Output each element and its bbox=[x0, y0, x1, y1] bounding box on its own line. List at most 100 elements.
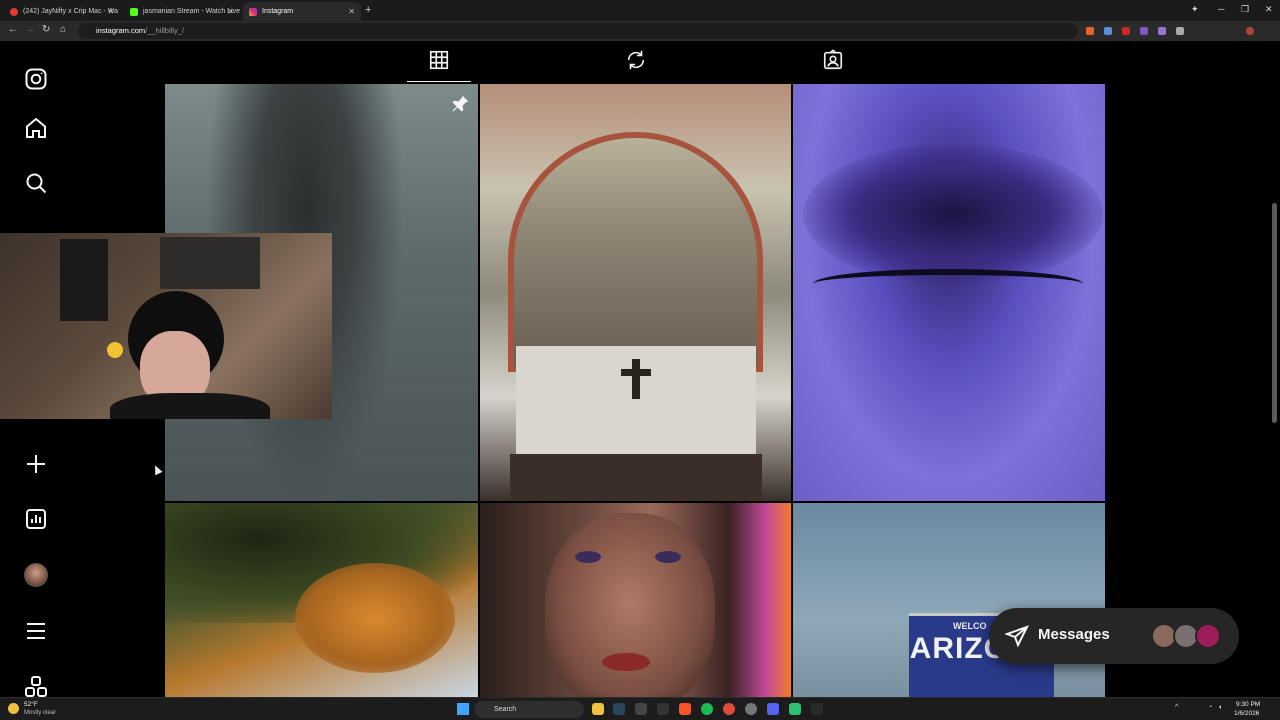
webcam-overlay bbox=[0, 233, 332, 419]
search-placeholder: Search bbox=[494, 706, 517, 713]
sparkle-icon[interactable]: ✦ bbox=[1191, 4, 1199, 15]
browser-tab-strip: (242) JayNifty x Crip Mac - Wa ✕ jasmani… bbox=[0, 0, 1280, 21]
app-icon[interactable] bbox=[789, 703, 801, 715]
message-avatar-3 bbox=[1195, 623, 1221, 649]
browser-tab-kick[interactable]: jasmanian Stream - Watch Live ✕ bbox=[124, 2, 240, 21]
search-icon[interactable] bbox=[22, 169, 50, 197]
profile-avatar[interactable] bbox=[22, 561, 50, 589]
extension-icon[interactable] bbox=[1140, 27, 1148, 35]
direct-message-icon bbox=[1005, 625, 1029, 648]
spotify-icon[interactable] bbox=[701, 703, 713, 715]
browser-tab-instagram[interactable]: Instagram ✕ bbox=[243, 2, 361, 21]
messages-label: Messages bbox=[1038, 626, 1110, 643]
extension-icon[interactable] bbox=[1104, 27, 1112, 35]
cross-bar bbox=[621, 369, 651, 376]
lips bbox=[602, 653, 650, 671]
instagram-logo-icon[interactable] bbox=[22, 65, 50, 93]
tab-label: (242) JayNifty x Crip Mac - Wa bbox=[23, 8, 119, 15]
eye-left bbox=[575, 551, 601, 563]
extension-icon[interactable] bbox=[1122, 27, 1130, 35]
eye-right bbox=[655, 551, 681, 563]
browser-toolbar: ← → ↻ ⌂ instagram.com/__hillbilly_/ bbox=[0, 21, 1280, 41]
profile-avatar-icon[interactable] bbox=[1246, 27, 1254, 35]
extension-icon[interactable] bbox=[1158, 27, 1166, 35]
shrine-arch bbox=[508, 132, 763, 372]
file-explorer-icon[interactable] bbox=[592, 703, 604, 715]
steam-icon[interactable] bbox=[613, 703, 625, 715]
mouse-cursor-icon bbox=[151, 463, 163, 476]
pin-icon bbox=[450, 94, 470, 114]
emoji-sticker-icon bbox=[107, 342, 123, 358]
tagged-icon bbox=[823, 49, 843, 70]
windows-taskbar: 52°F Mostly clear Search ^ ◔ ◖ 9:30 PM 1… bbox=[0, 697, 1280, 720]
post-tile-autumn-tree[interactable] bbox=[165, 503, 478, 697]
app-icon[interactable] bbox=[745, 703, 757, 715]
discord-icon[interactable] bbox=[767, 703, 779, 715]
grid-icon bbox=[429, 50, 449, 70]
altar-base bbox=[510, 454, 762, 501]
home-icon[interactable] bbox=[22, 114, 50, 142]
tab-tagged[interactable] bbox=[815, 49, 851, 73]
post-tile-shrine[interactable] bbox=[480, 84, 791, 501]
browser-tab-youtube[interactable]: (242) JayNifty x Crip Mac - Wa ✕ bbox=[4, 2, 120, 21]
post-tile-arizona-sign[interactable]: WELCO ARIZONA bbox=[793, 503, 1105, 697]
tab-label: jasmanian Stream - Watch Live bbox=[143, 8, 240, 15]
clock-time[interactable]: 9:30 PM bbox=[1236, 701, 1260, 708]
also-from-meta-icon[interactable] bbox=[22, 673, 50, 697]
more-menu-icon[interactable] bbox=[22, 617, 50, 645]
wall-poster bbox=[60, 239, 108, 321]
volume-icon[interactable]: ◖ bbox=[1218, 704, 1222, 711]
weather-temp: 52°F bbox=[24, 701, 38, 708]
url-domain: instagram.com bbox=[96, 26, 146, 35]
minimize-button[interactable]: ─ bbox=[1218, 4, 1224, 14]
kick-favicon-icon bbox=[130, 7, 138, 16]
sign-top-text: WELCO bbox=[953, 621, 987, 631]
app-icon[interactable] bbox=[811, 703, 823, 715]
instagram-page: WELCO ARIZONA Messages bbox=[0, 41, 1280, 697]
instagram-favicon-icon bbox=[249, 7, 257, 16]
post-tile-selfie[interactable] bbox=[480, 503, 791, 697]
extension-icon[interactable] bbox=[1086, 27, 1094, 35]
messages-button[interactable]: Messages bbox=[989, 608, 1239, 664]
post-tile-eye-makeup[interactable] bbox=[793, 84, 1105, 501]
clock-date[interactable]: 1/6/2026 bbox=[1234, 710, 1259, 717]
active-tab-indicator bbox=[407, 81, 471, 82]
close-tab-icon[interactable]: ✕ bbox=[348, 7, 355, 16]
app-icon[interactable] bbox=[635, 703, 647, 715]
chrome-icon[interactable] bbox=[723, 703, 735, 715]
taskbar-search[interactable]: Search bbox=[474, 701, 584, 718]
streamer-shirt bbox=[110, 393, 270, 419]
youtube-favicon-icon bbox=[10, 7, 18, 16]
tab-reels[interactable] bbox=[618, 49, 654, 73]
eyeshadow bbox=[803, 144, 1103, 284]
weather-icon bbox=[8, 703, 19, 714]
create-icon[interactable] bbox=[22, 450, 50, 478]
close-tab-icon[interactable]: ✕ bbox=[107, 7, 114, 16]
orange-foliage bbox=[295, 563, 455, 673]
tray-chevron-icon[interactable]: ^ bbox=[1175, 704, 1178, 711]
network-icon[interactable]: ◔ bbox=[1208, 704, 1212, 711]
wall-art bbox=[160, 237, 260, 289]
url-path: /__hillbilly_/ bbox=[145, 26, 184, 35]
page-scrollbar[interactable] bbox=[1272, 203, 1277, 423]
reels-icon bbox=[627, 50, 645, 70]
brave-icon[interactable] bbox=[679, 703, 691, 715]
address-bar[interactable]: instagram.com/__hillbilly_/ bbox=[78, 23, 1078, 39]
tab-posts[interactable] bbox=[421, 49, 457, 73]
close-window-button[interactable]: ✕ bbox=[1265, 4, 1273, 15]
windows-start-icon[interactable] bbox=[457, 703, 469, 715]
extension-icon[interactable] bbox=[1176, 27, 1184, 35]
tab-label: Instagram bbox=[262, 8, 294, 15]
weather-desc: Mostly clear bbox=[24, 710, 57, 716]
forward-button-icon[interactable]: → bbox=[25, 24, 35, 35]
restore-button[interactable]: ❐ bbox=[1241, 4, 1249, 15]
app-icon[interactable] bbox=[657, 703, 669, 715]
lash-line bbox=[813, 269, 1083, 299]
insights-icon[interactable] bbox=[22, 505, 50, 533]
reload-button-icon[interactable]: ↻ bbox=[42, 24, 50, 35]
new-tab-button[interactable]: + bbox=[365, 4, 371, 16]
close-tab-icon[interactable]: ✕ bbox=[227, 7, 234, 16]
home-button-icon[interactable]: ⌂ bbox=[60, 24, 66, 35]
cross-icon bbox=[632, 359, 640, 399]
back-button-icon[interactable]: ← bbox=[8, 24, 18, 35]
